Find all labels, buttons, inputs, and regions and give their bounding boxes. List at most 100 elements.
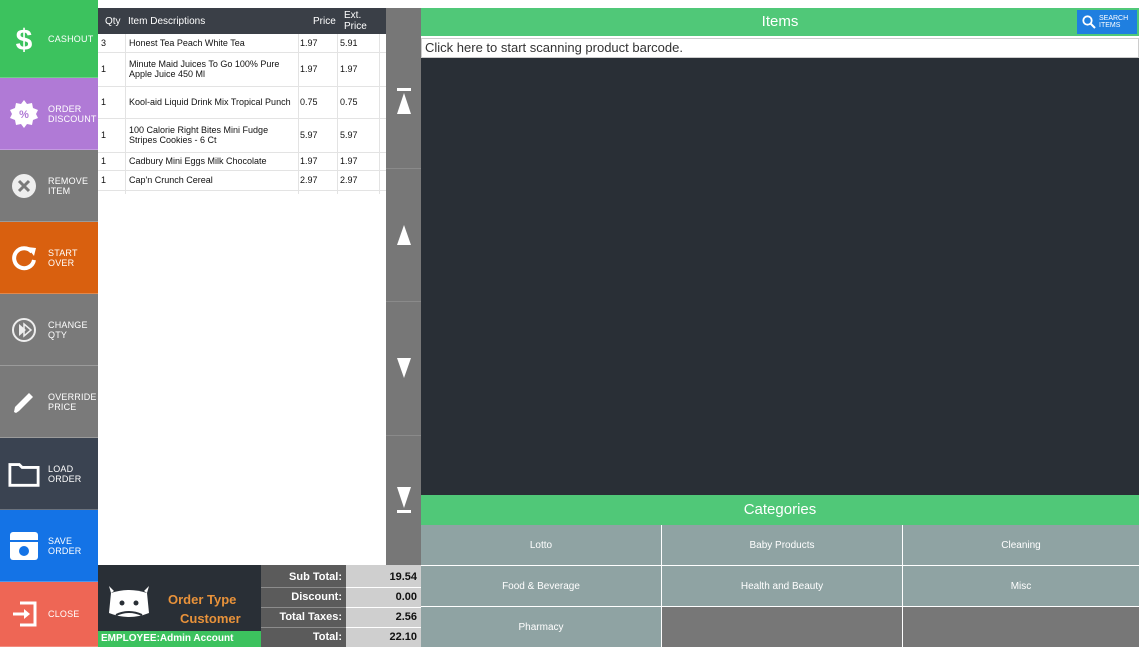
remove-circle-icon (8, 170, 40, 202)
categories-title: Categories (421, 495, 1139, 525)
folder-icon (8, 458, 40, 490)
items-title: Items (421, 8, 1139, 36)
pencil-icon (8, 386, 40, 418)
row-price: 1.97 (300, 156, 318, 166)
load-order-label: LOAD ORDER (48, 463, 82, 484)
category-health-beauty[interactable]: Health and Beauty (662, 566, 903, 607)
scroll-down-button[interactable] (386, 301, 421, 436)
row-price: 1.97 (300, 64, 318, 74)
discount-value: 0.00 (346, 587, 421, 608)
row-price: 1.97 (300, 38, 318, 48)
action-sidebar: $ CASHOUT % ORDER DISCOUNT REMOVE ITEM S… (0, 0, 98, 647)
category-misc[interactable]: Misc (903, 566, 1139, 607)
col-qty-header: Qty (105, 15, 121, 27)
start-over-button[interactable]: START OVER (0, 222, 98, 294)
search-items-button[interactable]: SEARCH ITEMS (1077, 10, 1137, 34)
totals-labels: Sub Total: Discount: Total Taxes: Total: (261, 565, 346, 647)
row-qty: 1 (101, 97, 107, 107)
category-empty-slot (662, 607, 903, 647)
row-ext: 1.97 (340, 156, 358, 166)
refresh-icon (8, 242, 40, 274)
subtotal-label: Sub Total: (261, 567, 346, 588)
exit-icon (8, 598, 40, 630)
override-price-button[interactable]: OVERRIDE PRICE (0, 366, 98, 438)
row-ext: 2.97 (340, 175, 358, 185)
start-over-label: START OVER (48, 247, 78, 268)
save-order-button[interactable]: SAVE ORDER (0, 510, 98, 582)
discount-label: Discount: (261, 587, 346, 608)
load-order-button[interactable]: LOAD ORDER (0, 438, 98, 510)
scroll-top-icon (396, 88, 411, 114)
table-row[interactable]: 3 Honest Tea Peach White Tea 1.97 5.91 (98, 34, 386, 53)
cashout-button[interactable]: $ CASHOUT (0, 0, 98, 78)
row-price: 0.75 (300, 97, 318, 107)
category-empty-slot (903, 607, 1139, 647)
scroll-up-icon (396, 224, 411, 245)
scroll-top-button[interactable] (386, 34, 421, 169)
dollar-icon: $ (8, 23, 40, 55)
svg-text:$: $ (16, 24, 33, 54)
change-qty-icon (8, 314, 40, 346)
override-price-label: OVERRIDE PRICE (48, 391, 97, 412)
table-row[interactable]: 1 Minute Maid Juices To Go 100% Pure App… (98, 52, 386, 87)
order-discount-button[interactable]: % ORDER DISCOUNT (0, 78, 98, 150)
close-button[interactable]: CLOSE (0, 582, 98, 647)
search-items-label: SEARCH ITEMS (1099, 15, 1129, 29)
remove-item-button[interactable]: REMOVE ITEM (0, 150, 98, 222)
barcode-scan-input[interactable]: Click here to start scanning product bar… (421, 38, 1139, 58)
taxes-label: Total Taxes: (261, 607, 346, 628)
row-qty: 1 (101, 64, 107, 74)
grid-header: Qty Item Descriptions Price Ext. Price (98, 8, 386, 34)
row-qty: 1 (101, 156, 107, 166)
percent-badge-icon: % (8, 98, 40, 130)
row-desc: Honest Tea Peach White Tea (129, 38, 245, 48)
save-order-label: SAVE ORDER (48, 535, 82, 556)
row-desc: 100 Calorie Right Bites Mini Fudge Strip… (129, 125, 269, 145)
order-type-label: Order Type (168, 592, 237, 607)
row-desc: Cadbury Mini Eggs Milk Chocolate (129, 156, 267, 166)
cow-mascot-icon (109, 586, 149, 617)
save-icon (8, 530, 40, 562)
totals-values: 19.54 0.00 2.56 22.10 (346, 565, 421, 647)
scroll-bottom-icon (396, 487, 411, 513)
items-display-area (421, 58, 1139, 495)
row-qty: 3 (101, 38, 107, 48)
change-qty-label: CHANGE QTY (48, 319, 88, 340)
order-items-grid: Qty Item Descriptions Price Ext. Price 3… (98, 8, 386, 565)
scroll-up-button[interactable] (386, 168, 421, 302)
col-desc-header: Item Descriptions (128, 15, 206, 27)
employee-label: EMPLOYEE:Admin Account (98, 631, 261, 647)
row-ext: 5.91 (340, 38, 358, 48)
row-price: 2.97 (300, 175, 318, 185)
table-row[interactable]: 1 Cap'n Crunch Cereal 2.97 2.97 (98, 170, 386, 191)
order-type-value: Customer (180, 611, 241, 626)
category-lotto[interactable]: Lotto (421, 525, 662, 566)
cashout-label: CASHOUT (48, 33, 94, 44)
scroll-down-icon (396, 358, 411, 378)
svg-text:%: % (19, 109, 29, 121)
table-row[interactable]: 1 Kool-aid Liquid Drink Mix Tropical Pun… (98, 86, 386, 119)
row-desc: Cap'n Crunch Cereal (129, 175, 213, 185)
close-label: CLOSE (48, 609, 80, 619)
table-row[interactable]: 1 Cadbury Mini Eggs Milk Chocolate 1.97 … (98, 152, 386, 171)
category-food-beverage[interactable]: Food & Beverage (421, 566, 662, 607)
change-qty-button[interactable]: CHANGE QTY (0, 294, 98, 366)
row-qty: 1 (101, 175, 107, 185)
row-desc: Kool-aid Liquid Drink Mix Tropical Punch (129, 97, 291, 107)
row-ext: 0.75 (340, 97, 358, 107)
category-cleaning[interactable]: Cleaning (903, 525, 1139, 566)
total-label: Total: (312, 631, 342, 643)
remove-item-label: REMOVE ITEM (48, 175, 89, 196)
categories-grid: Lotto Baby Products Cleaning Food & Beve… (421, 525, 1139, 647)
category-baby-products[interactable]: Baby Products (662, 525, 903, 566)
scroll-bottom-button[interactable] (386, 435, 421, 565)
row-qty: 1 (101, 130, 107, 140)
subtotal-value: 19.54 (346, 567, 421, 588)
row-desc: Minute Maid Juices To Go 100% Pure Apple… (129, 59, 280, 79)
category-pharmacy[interactable]: Pharmacy (421, 607, 662, 647)
table-row[interactable]: 1 100 Calorie Right Bites Mini Fudge Str… (98, 118, 386, 153)
total-value: 22.10 (389, 631, 417, 643)
grid-scroll-bar (386, 8, 421, 565)
row-ext: 1.97 (340, 64, 358, 74)
row-ext: 5.97 (340, 130, 358, 140)
